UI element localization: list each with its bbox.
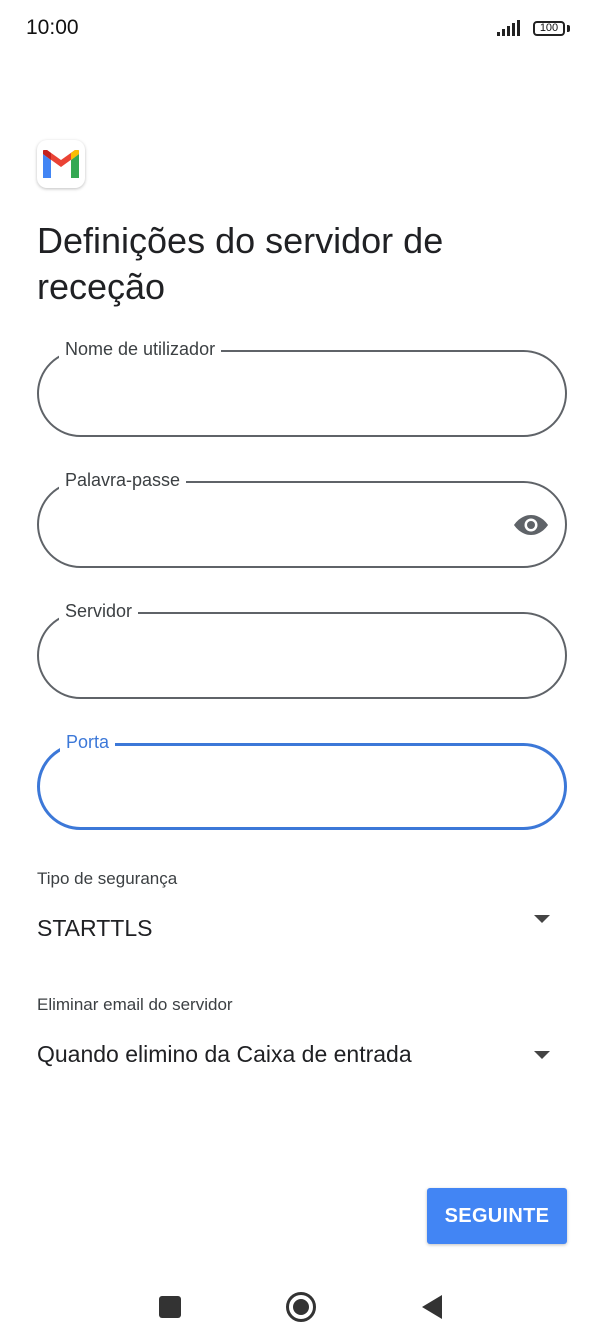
back-triangle-icon[interactable] [422, 1295, 442, 1319]
server-field[interactable]: Servidor [37, 600, 567, 699]
port-field[interactable]: Porta [37, 731, 567, 830]
server-label: Servidor [59, 600, 139, 622]
server-input[interactable] [63, 638, 497, 676]
port-input[interactable] [64, 770, 498, 808]
port-label: Porta [60, 731, 116, 753]
security-type-value[interactable]: STARTTLS [37, 915, 152, 942]
page-title: Definições do servidor de receção [37, 220, 444, 307]
delete-email-dropdown-icon[interactable] [534, 1051, 550, 1059]
next-button[interactable]: SEGUINTE [427, 1188, 567, 1244]
battery-icon: 100 [533, 21, 565, 36]
password-field[interactable]: Palavra-passe [37, 469, 567, 568]
username-input[interactable] [63, 376, 497, 414]
battery-tip [567, 25, 570, 32]
password-input[interactable] [63, 507, 497, 545]
status-time: 10:00 [26, 16, 79, 39]
security-type-label: Tipo de segurança [37, 869, 178, 888]
gmail-logo [37, 140, 85, 188]
username-label: Nome de utilizador [59, 338, 222, 360]
status-bar: 10:00 100 [0, 0, 604, 60]
gmail-m-icon [43, 150, 79, 178]
home-dot [293, 1299, 309, 1315]
recents-square-icon[interactable] [159, 1296, 181, 1318]
signal-icon [497, 20, 520, 36]
eye-icon[interactable] [513, 513, 549, 537]
password-label: Palavra-passe [59, 469, 187, 491]
delete-email-label: Eliminar email do servidor [37, 995, 233, 1014]
username-field[interactable]: Nome de utilizador [37, 338, 567, 437]
security-dropdown-icon[interactable] [534, 915, 550, 923]
battery-level: 100 [539, 22, 559, 34]
delete-email-value[interactable]: Quando elimino da Caixa de entrada [37, 1041, 412, 1068]
